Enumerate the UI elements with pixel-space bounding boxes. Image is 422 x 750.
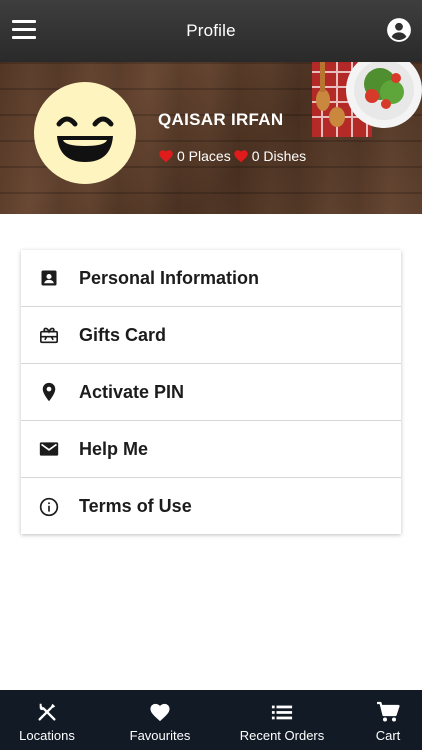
avatar[interactable] <box>34 82 136 184</box>
heart-icon <box>148 701 172 723</box>
menu-item-label: Help Me <box>79 438 149 459</box>
salad-plate-decoration <box>312 62 422 137</box>
menu-item-gifts-card[interactable]: Gifts Card <box>21 307 401 364</box>
contact-card-icon <box>39 268 59 288</box>
info-icon <box>39 497 59 517</box>
nav-label: Recent Orders <box>239 728 325 743</box>
nav-label: Cart <box>375 728 401 743</box>
nav-label: Locations <box>19 728 75 743</box>
menu-item-terms-of-use[interactable]: Terms of Use <box>21 478 401 535</box>
menu-item-label: Personal Information <box>79 267 260 288</box>
bottom-navigation: Locations Favourites Recent Orders Cart <box>0 690 422 750</box>
app-bar: Profile <box>0 0 422 62</box>
nav-item-recent-orders[interactable]: Recent Orders <box>230 690 334 750</box>
heart-icon <box>234 150 248 163</box>
nav-item-locations[interactable]: Locations <box>4 690 90 750</box>
user-name: QAISAR IRFAN <box>158 110 284 129</box>
nav-item-favourites[interactable]: Favourites <box>114 690 206 750</box>
places-count: 0 Places <box>177 148 231 164</box>
account-button[interactable] <box>386 17 412 43</box>
page-title: Profile <box>186 21 236 40</box>
menu-item-help-me[interactable]: Help Me <box>21 421 401 478</box>
hamburger-menu-button[interactable] <box>12 20 36 40</box>
menu-item-activate-pin[interactable]: Activate PIN <box>21 364 401 421</box>
profile-header: QAISAR IRFAN 0 Places 0 Dishes <box>0 62 422 214</box>
heart-icon <box>159 150 173 163</box>
fork-knife-icon <box>35 701 59 723</box>
profile-menu: Personal Information Gifts Card Activate… <box>21 250 401 534</box>
grinning-face-icon <box>56 116 114 162</box>
places-stat[interactable]: 0 Places <box>158 148 233 164</box>
dishes-stat[interactable]: 0 Dishes <box>233 148 308 164</box>
account-circle-icon <box>387 18 411 42</box>
cart-icon <box>376 701 400 723</box>
menu-item-label: Terms of Use <box>79 496 192 516</box>
nav-label: Favourites <box>129 728 191 743</box>
nav-item-cart[interactable]: Cart <box>358 690 418 750</box>
hamburger-icon <box>12 20 36 23</box>
menu-item-personal-information[interactable]: Personal Information <box>21 250 401 307</box>
gift-card-icon <box>39 325 59 345</box>
dishes-count: 0 Dishes <box>251 148 307 164</box>
location-pin-icon <box>39 382 59 402</box>
menu-item-label: Gifts Card <box>79 324 167 345</box>
menu-item-label: Activate PIN <box>79 381 185 402</box>
mail-icon <box>39 439 59 459</box>
profile-stats: 0 Places 0 Dishes <box>158 148 308 164</box>
list-icon <box>270 701 294 723</box>
